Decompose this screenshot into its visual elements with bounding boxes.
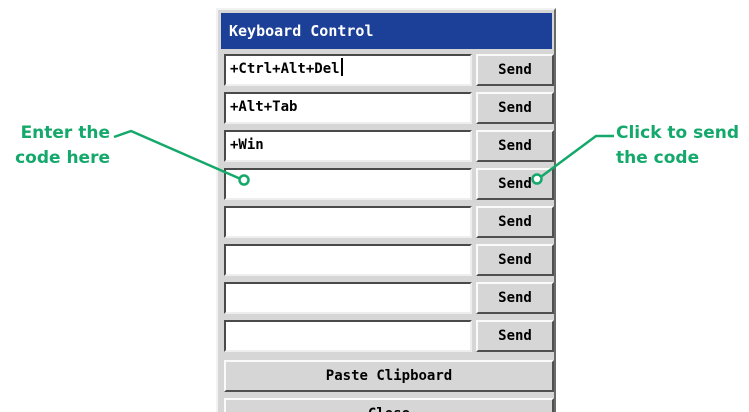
annotation-line: Click to send (616, 123, 740, 143)
macro-row: Send (224, 320, 554, 352)
close-button[interactable]: Close (224, 398, 554, 412)
send-button[interactable]: Send (476, 282, 554, 314)
macro-row: +Alt+Tab Send (224, 92, 554, 124)
annotation-line: the code (616, 148, 700, 168)
send-button[interactable]: Send (476, 168, 554, 200)
keyboard-control-dialog: Keyboard Control +Ctrl+Alt+Del Send +Alt… (216, 8, 556, 412)
macro-input-value: +Ctrl+Alt+Del (230, 61, 340, 77)
click-send-annotation: Click to send the code (616, 121, 746, 171)
macro-input[interactable]: +Ctrl+Alt+Del (224, 54, 472, 86)
macro-input[interactable] (224, 282, 472, 314)
send-button[interactable]: Send (476, 244, 554, 276)
send-button[interactable]: Send (476, 92, 554, 124)
macro-input[interactable] (224, 206, 472, 238)
macro-input[interactable] (224, 168, 472, 200)
macro-row: Send (224, 168, 554, 200)
macro-input[interactable] (224, 320, 472, 352)
annotation-line: Enter the (20, 123, 110, 143)
enter-code-annotation: Enter the code here (6, 121, 110, 171)
send-button[interactable]: Send (476, 54, 554, 86)
macro-input[interactable] (224, 244, 472, 276)
annotation-line: code here (15, 148, 110, 168)
paste-clipboard-button[interactable]: Paste Clipboard (224, 360, 554, 392)
macro-row: Send (224, 282, 554, 314)
send-button[interactable]: Send (476, 320, 554, 352)
screenshot-stage: Keyboard Control +Ctrl+Alt+Del Send +Alt… (0, 0, 749, 412)
macro-input[interactable]: +Alt+Tab (224, 92, 472, 124)
text-cursor (340, 58, 343, 76)
dialog-title: Keyboard Control (221, 13, 552, 49)
send-button[interactable]: Send (476, 130, 554, 162)
macro-row: Send (224, 206, 554, 238)
macro-row: +Win Send (224, 130, 554, 162)
send-button[interactable]: Send (476, 206, 554, 238)
macro-input[interactable]: +Win (224, 130, 472, 162)
macro-row: +Ctrl+Alt+Del Send (224, 54, 554, 86)
macro-row: Send (224, 244, 554, 276)
